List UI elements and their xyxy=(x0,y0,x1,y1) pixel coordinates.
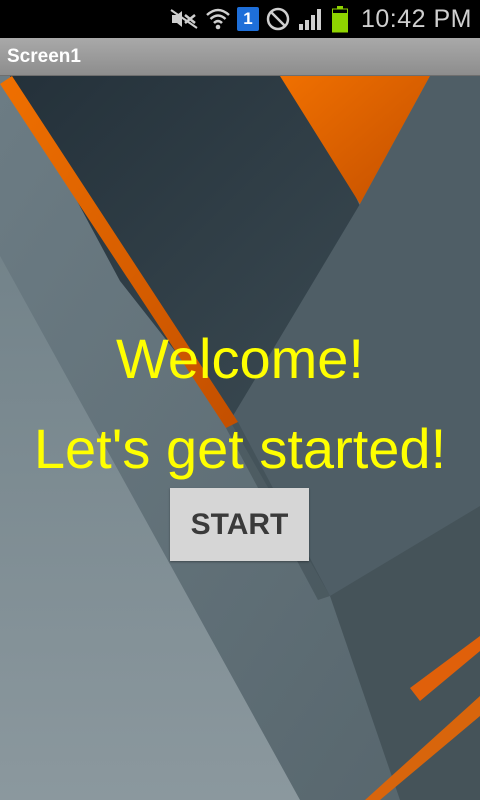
signal-icon xyxy=(297,6,325,32)
screen-title: Screen1 xyxy=(7,46,81,67)
subtitle-label: Let's get started! xyxy=(33,417,447,480)
mute-icon xyxy=(169,7,199,31)
wifi-icon xyxy=(205,6,231,32)
title-bar: Screen1 xyxy=(0,38,480,76)
start-button[interactable]: START xyxy=(170,488,309,561)
content-area: Welcome! Let's get started! START xyxy=(0,76,480,800)
status-icons: 1 10:42 PM xyxy=(169,0,472,38)
clock: 10:42 PM xyxy=(360,4,472,33)
sim-icon: 1 xyxy=(236,7,259,31)
status-bar: 1 10:42 PM xyxy=(0,0,480,38)
battery-icon xyxy=(331,5,349,33)
welcome-label: Welcome! xyxy=(116,327,364,390)
blocked-icon xyxy=(265,6,291,32)
